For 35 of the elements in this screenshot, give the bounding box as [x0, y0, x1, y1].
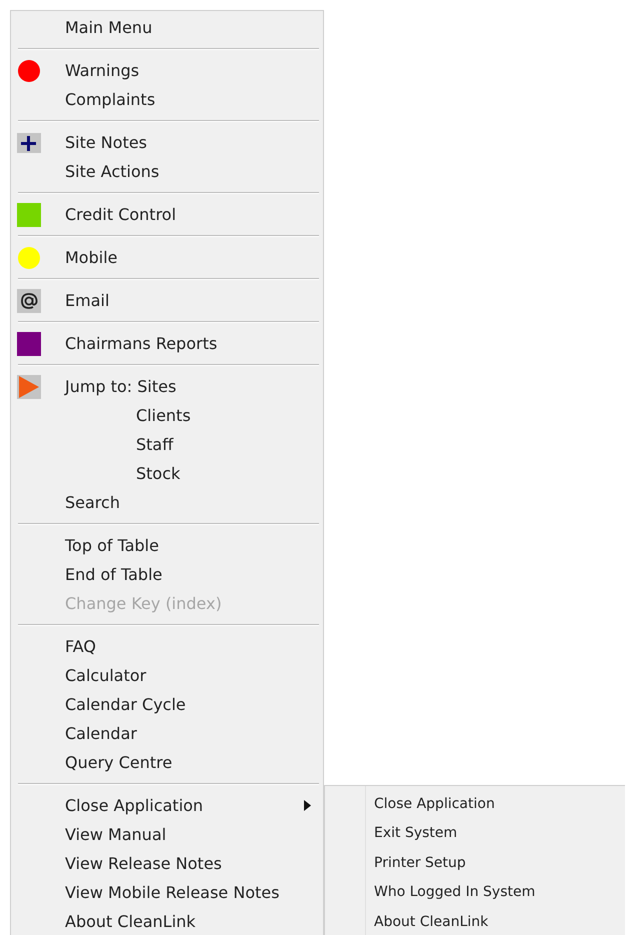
menu-item[interactable]: Complaints — [11, 85, 323, 114]
menu-item[interactable]: View Manual — [11, 820, 323, 849]
submenu-arrow-icon — [304, 800, 311, 811]
menu-item[interactable]: Query Centre — [11, 748, 323, 777]
menu-item[interactable]: View Release Notes — [11, 849, 323, 878]
play-icon — [17, 374, 41, 398]
menu-item[interactable]: Email — [11, 286, 323, 315]
menu-item[interactable]: Site Actions — [11, 157, 323, 186]
submenu-item[interactable]: Who Logged In System — [374, 878, 536, 907]
menu-item[interactable]: Top of Table — [11, 531, 323, 560]
menu-item[interactable]: Search — [11, 488, 323, 517]
menu-item[interactable]: Close Application — [11, 791, 323, 820]
menu-item[interactable]: Stock — [11, 459, 323, 488]
submenu-item[interactable]: About CleanLink — [374, 907, 536, 935]
menu-item[interactable]: Credit Control — [11, 200, 323, 229]
menu-item[interactable]: Chairmans Reports — [11, 329, 323, 358]
menu-item[interactable]: Main Menu — [11, 13, 323, 42]
menu-item[interactable]: Jump to: Sites — [11, 372, 323, 401]
menu-item[interactable]: FAQ — [11, 632, 323, 661]
menu-item[interactable]: Calculator — [11, 661, 323, 690]
menu-item[interactable]: Calendar — [11, 719, 323, 748]
menu-item[interactable]: View Mobile Release Notes — [11, 878, 323, 907]
menu-item[interactable]: End of Table — [11, 560, 323, 589]
at-icon — [17, 288, 41, 312]
submenu-item[interactable]: Close Application — [374, 789, 536, 818]
menu-item[interactable]: Calendar Cycle — [11, 690, 323, 719]
menu-item[interactable]: Warnings — [11, 56, 323, 85]
submenu-item[interactable]: Printer Setup — [374, 848, 536, 878]
submenu-item[interactable]: Exit System — [374, 818, 536, 848]
menu-item[interactable]: Staff — [11, 430, 323, 459]
menu-item[interactable]: Clients — [11, 401, 323, 430]
plus-icon — [17, 132, 41, 152]
menu-item[interactable]: About CleanLink — [11, 907, 323, 935]
menu-item[interactable]: Mobile — [11, 243, 323, 272]
menu-item[interactable]: Site Notes — [11, 128, 323, 157]
